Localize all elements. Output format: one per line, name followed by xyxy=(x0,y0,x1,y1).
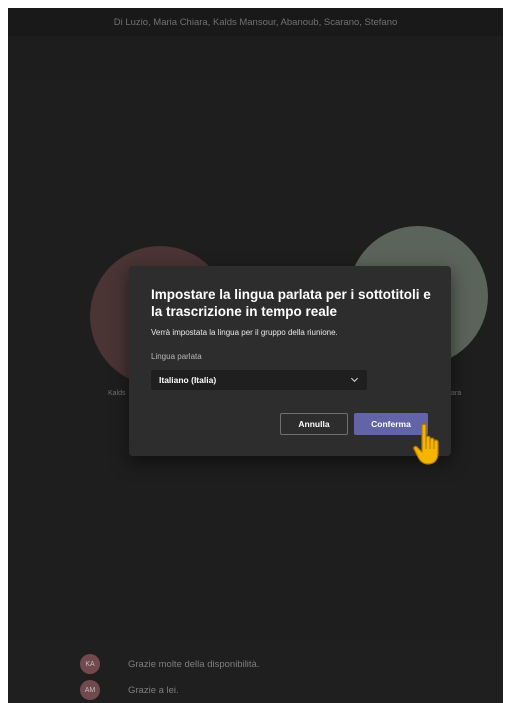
spoken-language-label: Lingua parlata xyxy=(151,352,202,361)
dialog-title: Impostare la lingua parlata per i sottot… xyxy=(151,287,431,319)
spoken-language-dialog: Impostare la lingua parlata per i sottot… xyxy=(129,266,451,456)
hand-pointer-icon xyxy=(412,422,446,466)
dialog-description: Verrà impostata la lingua per il gruppo … xyxy=(151,328,338,337)
spoken-language-dropdown[interactable]: Italiano (Italia) xyxy=(151,370,367,390)
teams-meeting-window: Di Luzio, Maria Chiara, Kalds Mansour, A… xyxy=(8,8,503,703)
cancel-button[interactable]: Annulla xyxy=(280,413,348,435)
chevron-down-icon xyxy=(350,375,359,386)
selected-language: Italiano (Italia) xyxy=(159,375,217,385)
